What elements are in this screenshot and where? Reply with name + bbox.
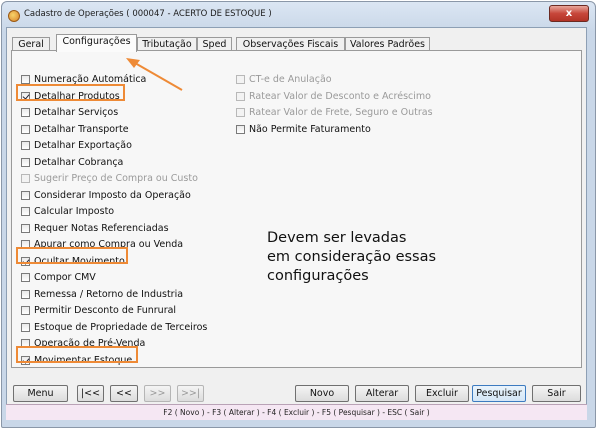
- annotation-text: Devem ser levadas em consideração essas …: [267, 230, 437, 284]
- tab-observacoes-fiscais[interactable]: Observações Fiscais: [236, 37, 345, 51]
- alterar-button[interactable]: Alterar: [355, 385, 409, 402]
- window-title: Cadastro de Operações ( 000047 - ACERTO …: [24, 9, 272, 19]
- configuracoes-panel: Numeração Automática Detalhar Produtos Det…: [11, 50, 582, 368]
- menu-button[interactable]: Menu: [13, 385, 68, 402]
- tab-valores-padroes[interactable]: Valores Padrões: [345, 37, 430, 51]
- window-content: Geral Configurações Tributação Sped Obse…: [6, 27, 587, 420]
- tab-geral[interactable]: Geral: [12, 37, 50, 51]
- first-record-button[interactable]: |<<: [77, 385, 104, 402]
- close-button[interactable]: x: [549, 5, 589, 22]
- previous-record-button[interactable]: <<: [110, 385, 138, 402]
- tab-configuracoes[interactable]: Configurações: [56, 34, 137, 52]
- app-icon: [8, 10, 20, 22]
- tab-sped[interactable]: Sped: [197, 37, 232, 51]
- annotation-arrow-icon: [126, 58, 183, 91]
- pesquisar-button[interactable]: Pesquisar: [472, 385, 526, 402]
- next-record-button[interactable]: >>: [144, 385, 171, 402]
- novo-button[interactable]: Novo: [295, 385, 349, 402]
- tab-tributacao[interactable]: Tributação: [137, 37, 197, 51]
- sair-button[interactable]: Sair: [532, 385, 581, 402]
- title-bar: Cadastro de Operações ( 000047 - ACERTO …: [2, 2, 595, 30]
- last-record-button[interactable]: >>|: [177, 385, 204, 402]
- excluir-button[interactable]: Excluir: [415, 385, 469, 402]
- status-bar: F2 ( Novo ) - F3 ( Alterar ) - F4 ( Excl…: [6, 404, 587, 420]
